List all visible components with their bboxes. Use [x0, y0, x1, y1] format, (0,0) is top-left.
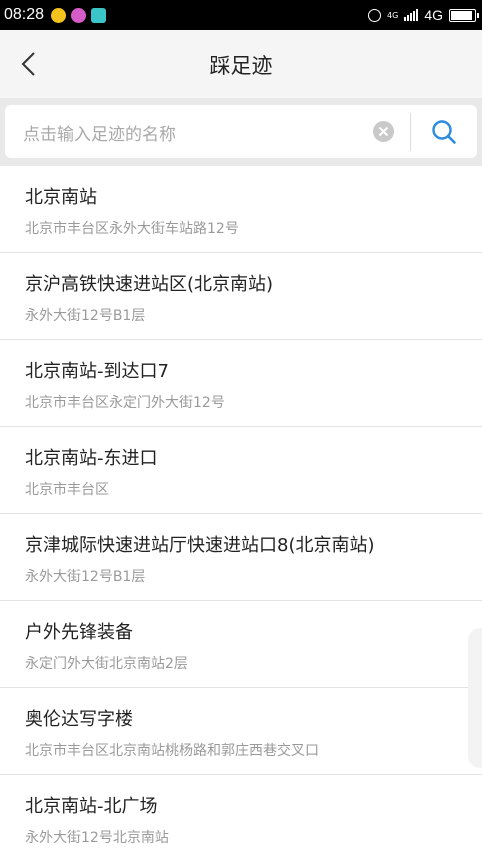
battery-icon — [449, 8, 479, 22]
item-address: 北京市丰台区 — [25, 482, 109, 498]
scan-notification-icon — [91, 7, 107, 23]
list-item[interactable]: 京津城际快速进站厅快速进站口8(北京南站) 永外大街12号B1层 — [0, 514, 482, 601]
list-item[interactable]: 北京南站-到达口7 北京市丰台区永定门外大街12号 — [0, 340, 482, 427]
item-address: 永外大街12号B1层 — [25, 308, 146, 324]
item-address: 北京市丰台区北京南站桃杨路和郭庄西巷交叉口 — [25, 743, 319, 759]
clear-button[interactable] — [373, 121, 394, 142]
status-time: 08:28 — [4, 6, 45, 23]
list-item[interactable]: 北京南站 北京市丰台区永外大街车站路12号 — [0, 166, 482, 253]
signal-icon — [404, 9, 419, 21]
item-name: 京津城际快速进站厅快速进站口8(北京南站) — [25, 535, 375, 556]
browser-notification-icon — [71, 7, 87, 23]
clear-icon — [378, 126, 389, 137]
search-area: 点击输入足迹的名称 — [0, 98, 482, 166]
list-item[interactable]: 户外先锋装备 永定门外大街北京南站2层 — [0, 601, 482, 688]
item-address: 北京市丰台区永外大街车站路12号 — [25, 221, 239, 237]
item-name: 北京南站-到达口7 — [25, 361, 169, 382]
item-name: 北京南站-东进口 — [25, 448, 158, 469]
item-address: 永外大街12号B1层 — [25, 569, 146, 585]
list-item[interactable]: 奥伦达写字楼 北京市丰台区北京南站桃杨路和郭庄西巷交叉口 — [0, 688, 482, 775]
item-name: 北京南站 — [25, 187, 97, 208]
list-item[interactable]: 北京南站-东进口 北京市丰台区 — [0, 427, 482, 514]
header: 踩足迹 — [0, 30, 482, 98]
item-address: 永定门外大街北京南站2层 — [25, 656, 188, 672]
item-address: 北京市丰台区永定门外大街12号 — [25, 395, 225, 411]
alarm-icon — [368, 8, 382, 22]
item-name: 京沪高铁快速进站区(北京南站) — [25, 274, 274, 295]
status-right: 4G 4G — [368, 7, 479, 23]
status-left: 08:28 — [4, 6, 107, 24]
list-item[interactable]: 京沪高铁快速进站区(北京南站) 永外大街12号B1层 — [0, 253, 482, 340]
result-list: 北京南站 北京市丰台区永外大街车站路12号 京沪高铁快速进站区(北京南站) 永外… — [0, 166, 482, 857]
network-label: 4G — [424, 7, 443, 23]
app-notification-icon — [51, 7, 67, 23]
list-item[interactable]: 北京南站-北广场 永外大街12号北京南站 — [0, 775, 482, 857]
search-button[interactable] — [429, 117, 459, 147]
search-divider — [410, 113, 411, 151]
item-address: 永外大街12号北京南站 — [25, 830, 169, 846]
edge-swipe-handle[interactable] — [468, 628, 482, 768]
item-name: 北京南站-北广场 — [25, 796, 158, 817]
item-name: 户外先锋装备 — [25, 622, 133, 643]
search-icon — [432, 120, 456, 144]
network-small-label: 4G — [387, 10, 399, 20]
page-title: 踩足迹 — [209, 54, 273, 78]
item-name: 奥伦达写字楼 — [25, 709, 133, 730]
search-box[interactable]: 点击输入足迹的名称 — [5, 105, 477, 158]
search-input[interactable]: 点击输入足迹的名称 — [23, 120, 176, 145]
status-bar: 08:28 4G 4G — [0, 0, 482, 30]
